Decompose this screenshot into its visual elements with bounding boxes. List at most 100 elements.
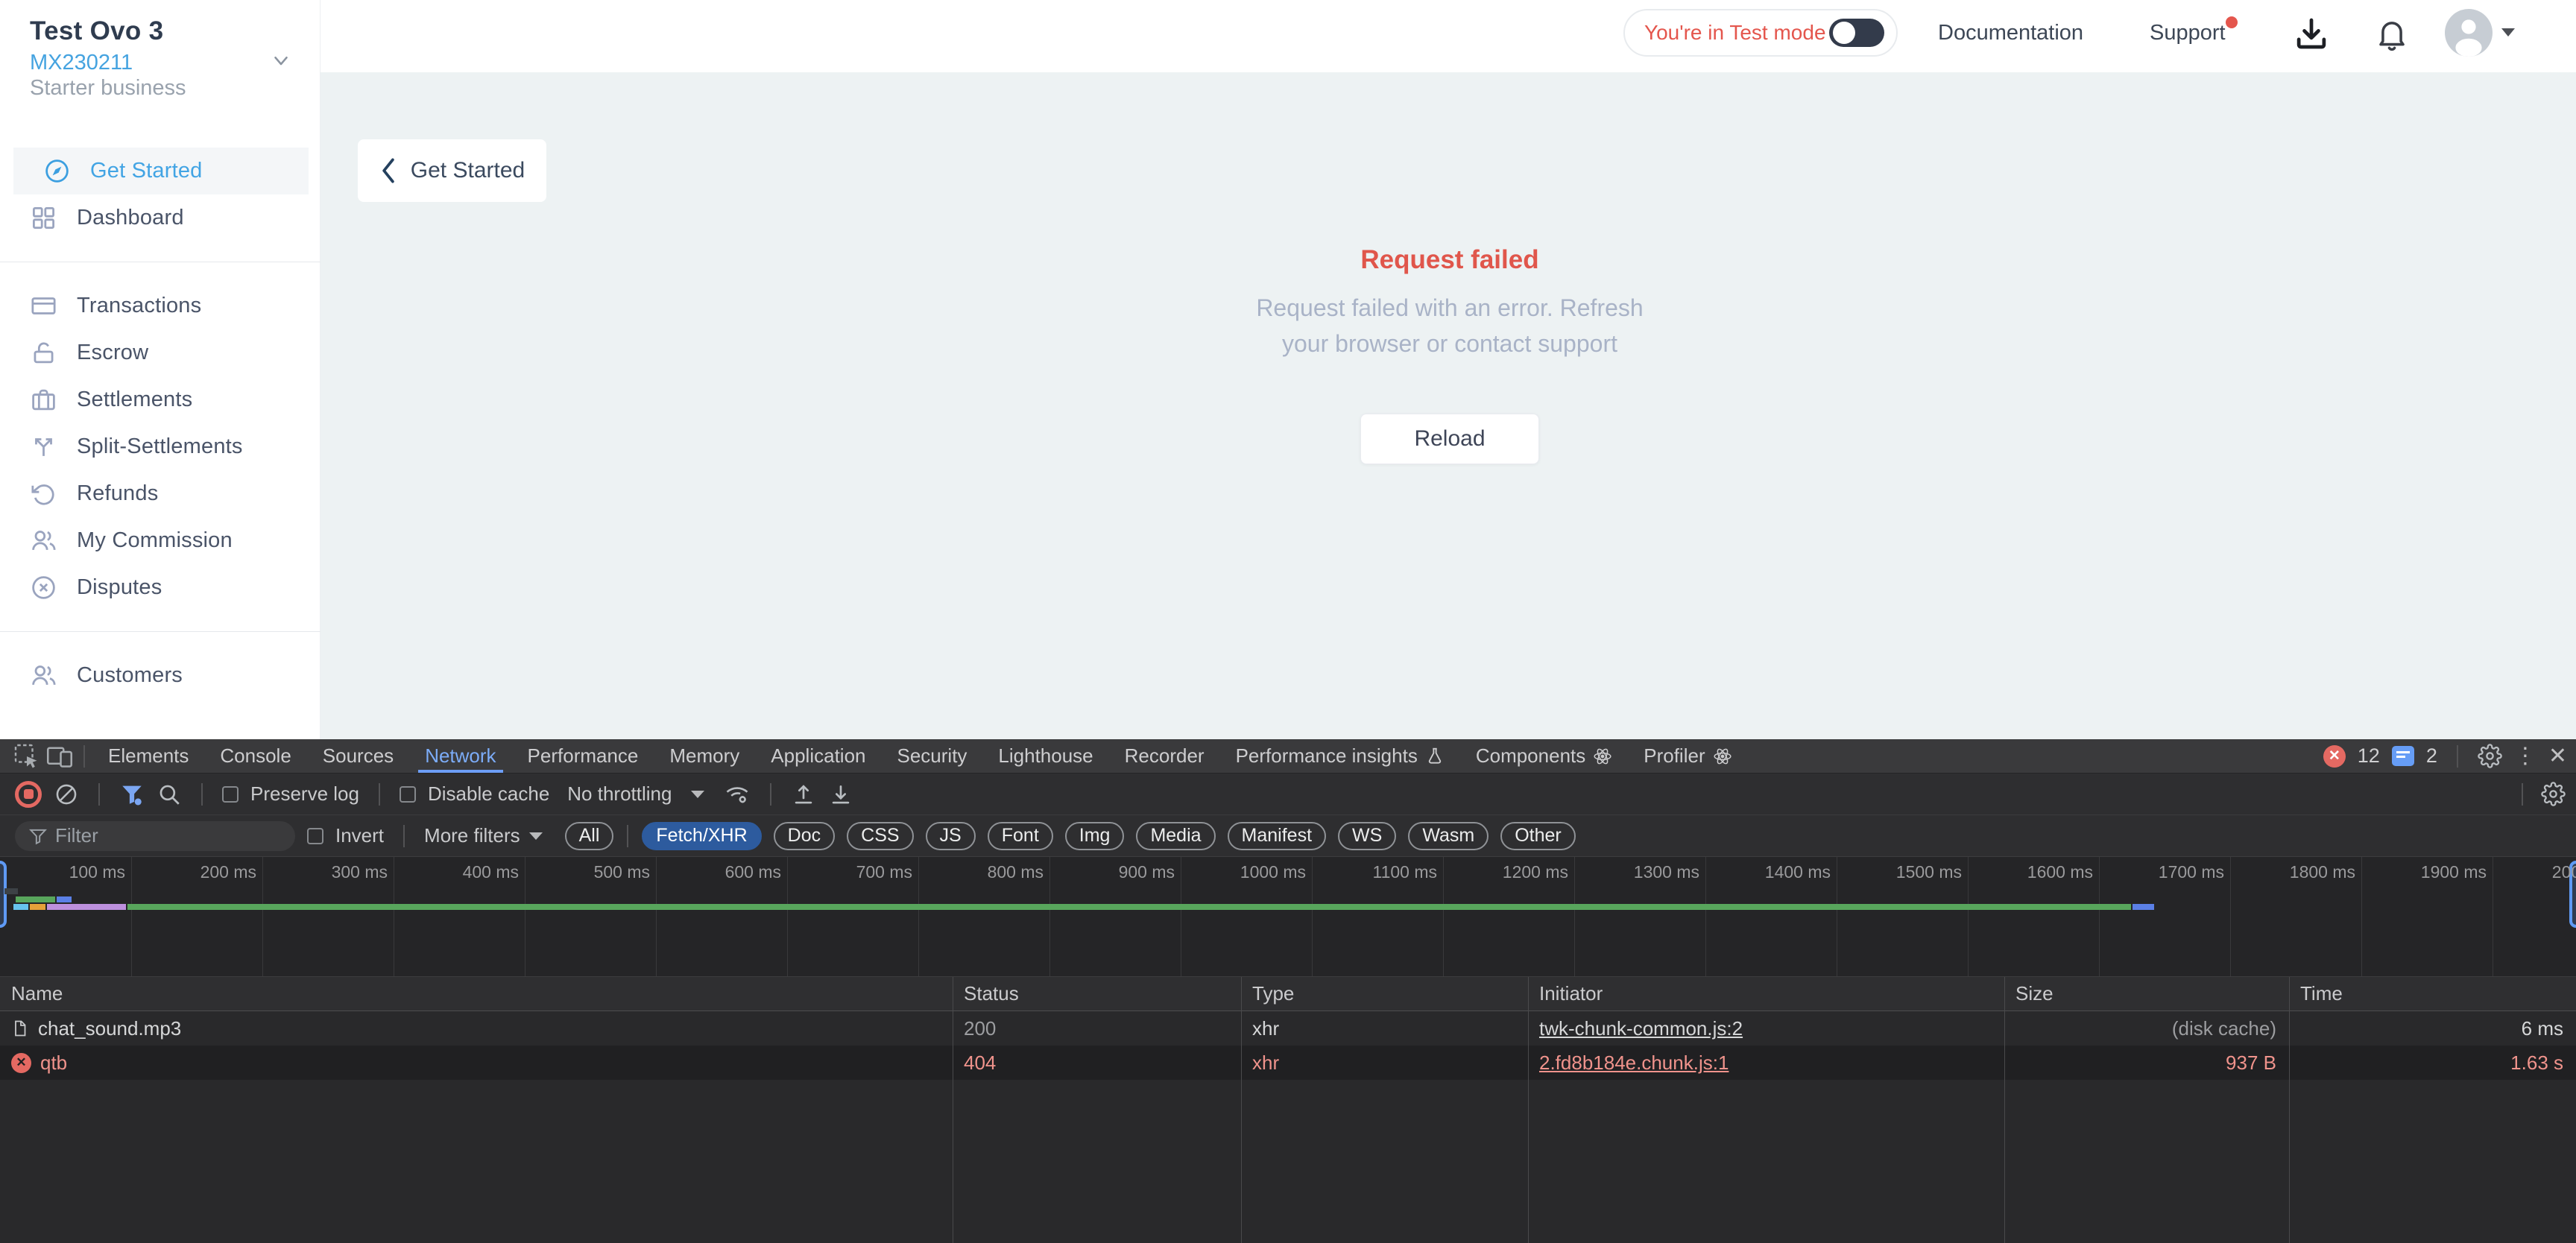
- preserve-log-label: Preserve log: [250, 782, 359, 806]
- import-har-icon[interactable]: [791, 782, 816, 807]
- disable-cache-checkbox[interactable]: [400, 786, 416, 803]
- filter-chip-doc[interactable]: Doc: [774, 822, 835, 850]
- filter-icon[interactable]: [119, 782, 145, 807]
- issues-icon[interactable]: [2392, 746, 2414, 766]
- filter-chip-media[interactable]: Media: [1136, 822, 1215, 850]
- table-row[interactable]: chat_sound.mp3 200 xhr twk-chunk-common.…: [0, 1011, 2576, 1046]
- filter-input[interactable]: [55, 824, 282, 847]
- tab-profiler[interactable]: Profiler: [1628, 739, 1747, 773]
- filter-chip-manifest[interactable]: Manifest: [1228, 822, 1326, 850]
- sidebar-item-my-commission[interactable]: My Commission: [0, 517, 321, 564]
- tab-sources[interactable]: Sources: [307, 739, 409, 773]
- column-header-initiator[interactable]: Initiator: [1528, 982, 2004, 1005]
- filter-chip-all[interactable]: All: [565, 822, 614, 850]
- tab-performance[interactable]: Performance: [512, 739, 654, 773]
- tab-elements[interactable]: Elements: [92, 739, 204, 773]
- documentation-link[interactable]: Documentation: [1938, 21, 2083, 45]
- sidebar-item-split-settlements[interactable]: Split-Settlements: [0, 423, 321, 470]
- filter-chip-ws[interactable]: WS: [1338, 822, 1396, 850]
- tab-network[interactable]: Network: [409, 739, 511, 773]
- grid-icon: [30, 204, 57, 232]
- overview-waterfall-bar: [57, 896, 72, 902]
- business-switcher-chevron-icon[interactable]: [270, 49, 292, 72]
- column-header-size[interactable]: Size: [2004, 982, 2289, 1005]
- filter-chip-img[interactable]: Img: [1065, 822, 1125, 850]
- record-network-log-icon[interactable]: [15, 781, 42, 808]
- column-header-time[interactable]: Time: [2289, 982, 2576, 1005]
- tab-console[interactable]: Console: [204, 739, 306, 773]
- sidebar-item-dashboard[interactable]: Dashboard: [0, 194, 321, 241]
- sidebar-item-get-started[interactable]: Get Started: [13, 148, 309, 194]
- network-conditions-icon[interactable]: [724, 781, 751, 808]
- test-mode-toggle[interactable]: [1829, 19, 1884, 47]
- devtools-status-cluster: ✕ 12 2 ⋮ ✕: [2323, 739, 2567, 773]
- sidebar-item-transactions[interactable]: Transactions: [0, 282, 321, 329]
- timeline-tick-label: 800 ms: [936, 862, 1044, 882]
- initiator-link[interactable]: twk-chunk-common.js:2: [1539, 1017, 1743, 1040]
- x-circle-icon: [30, 574, 57, 601]
- sidebar-item-refunds[interactable]: Refunds: [0, 470, 321, 517]
- timeline-tick-label: 1500 ms: [1854, 862, 1962, 882]
- filter-chip-js[interactable]: JS: [926, 822, 976, 850]
- tab-performance-insights[interactable]: Performance insights: [1220, 739, 1460, 773]
- devtools-settings-gear-icon[interactable]: [2478, 744, 2502, 768]
- column-header-name[interactable]: Name: [0, 982, 953, 1005]
- filter-chip-wasm[interactable]: Wasm: [1408, 822, 1489, 850]
- column-header-type[interactable]: Type: [1241, 982, 1528, 1005]
- bell-icon[interactable]: [2373, 15, 2411, 52]
- tab-security[interactable]: Security: [882, 739, 983, 773]
- network-overview-timeline[interactable]: 100 ms200 ms300 ms400 ms500 ms600 ms700 …: [0, 857, 2576, 977]
- download-icon[interactable]: [2291, 13, 2332, 54]
- screen: Get Started Request failed Request faile…: [0, 0, 2576, 1243]
- merchant-id-link[interactable]: MX230211: [30, 51, 133, 75]
- inspect-element-icon[interactable]: [10, 741, 43, 771]
- more-filters-dropdown[interactable]: More filters: [424, 824, 543, 847]
- support-link[interactable]: Support: [2150, 21, 2226, 45]
- tab-recorder[interactable]: Recorder: [1109, 739, 1220, 773]
- filter-chip-fetch-xhr[interactable]: Fetch/XHR: [642, 822, 761, 850]
- console-errors-icon[interactable]: ✕: [2323, 745, 2346, 768]
- tab-lighthouse[interactable]: Lighthouse: [982, 739, 1108, 773]
- tab-application[interactable]: Application: [755, 739, 881, 773]
- search-icon[interactable]: [157, 782, 182, 807]
- timeline-tick-label: 1900 ms: [2379, 862, 2487, 882]
- filter-chip-font[interactable]: Font: [988, 822, 1053, 850]
- export-har-icon[interactable]: [828, 782, 853, 807]
- timeline-tick-label: 200 ms: [149, 862, 256, 882]
- funnel-icon: [28, 826, 48, 846]
- filter-chip-css[interactable]: CSS: [847, 822, 913, 850]
- tab-memory[interactable]: Memory: [654, 739, 755, 773]
- more-options-kebab-icon[interactable]: ⋮: [2514, 743, 2536, 769]
- invert-checkbox[interactable]: [307, 828, 323, 844]
- reload-button[interactable]: Reload: [1360, 414, 1539, 464]
- avatar[interactable]: [2445, 9, 2493, 57]
- sidebar-item-escrow[interactable]: Escrow: [0, 329, 321, 376]
- timeline-gridline: [1443, 857, 1444, 976]
- table-row[interactable]: ✕ qtb 404 xhr 2.fd8b184e.chunk.js:1 937 …: [0, 1046, 2576, 1080]
- preserve-log-checkbox[interactable]: [222, 786, 239, 803]
- error-title: Request failed: [1077, 245, 1822, 275]
- throttling-dropdown[interactable]: No throttling: [567, 782, 704, 806]
- column-header-status[interactable]: Status: [953, 982, 1241, 1005]
- request-name: chat_sound.mp3: [38, 1017, 181, 1040]
- network-settings-gear-icon[interactable]: [2541, 782, 2566, 806]
- timeline-tick-label: 700 ms: [805, 862, 912, 882]
- back-button-label: Get Started: [411, 158, 525, 183]
- initiator-link[interactable]: 2.fd8b184e.chunk.js:1: [1539, 1051, 1729, 1075]
- device-toolbar-icon[interactable]: [43, 741, 76, 771]
- sidebar-item-customers[interactable]: Customers: [0, 652, 321, 699]
- timeline-tick-label: 2000 ms: [2510, 862, 2576, 882]
- close-devtools-icon[interactable]: ✕: [2548, 743, 2567, 769]
- clear-network-log-icon[interactable]: [54, 782, 79, 807]
- sidebar-item-settlements[interactable]: Settlements: [0, 376, 321, 423]
- users-icon: [30, 527, 57, 554]
- request-type: xhr: [1241, 1051, 1528, 1075]
- filter-chip-other[interactable]: Other: [1500, 822, 1576, 850]
- divider: [627, 825, 628, 847]
- tab-components[interactable]: Components: [1460, 739, 1628, 773]
- overview-left-handle[interactable]: [0, 861, 7, 928]
- error-icon: ✕: [11, 1053, 31, 1073]
- avatar-menu-caret-icon[interactable]: [2501, 28, 2515, 37]
- sidebar-item-disputes[interactable]: Disputes: [0, 564, 321, 611]
- back-button[interactable]: Get Started: [358, 139, 546, 202]
